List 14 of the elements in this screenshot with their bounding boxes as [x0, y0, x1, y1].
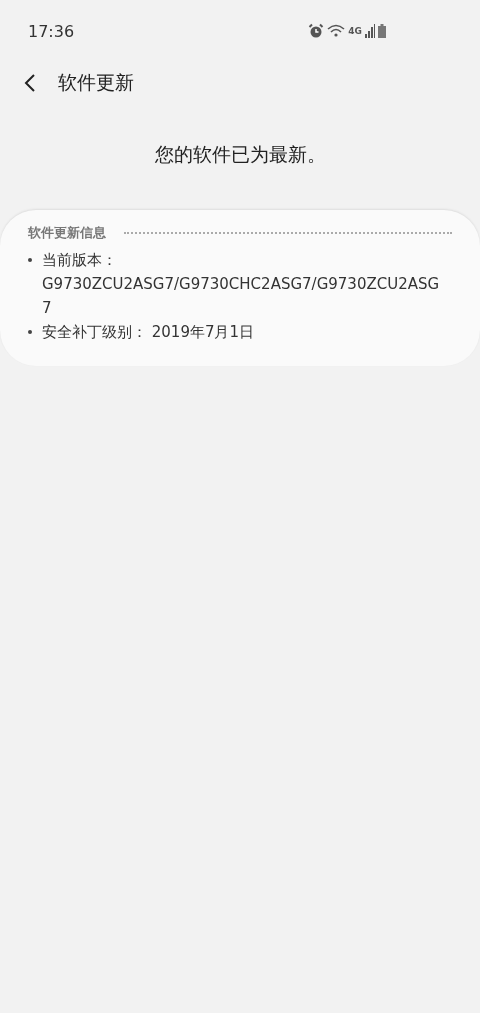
- network-type: 4G: [348, 26, 362, 36]
- bullet-icon: [28, 330, 32, 334]
- status-message: 您的软件已为最新。: [153, 142, 327, 167]
- page-title: 软件更新: [58, 70, 134, 95]
- back-icon: [24, 73, 36, 93]
- status-time: 17:36: [28, 21, 75, 41]
- wifi-icon: [327, 23, 346, 39]
- alarm-icon: [308, 23, 325, 39]
- info-text: 当前版本：G9730ZCU2ASG7/G9730CHC2ASG7/G9730ZCU2ASG7: [42, 250, 441, 319]
- bullet-icon: [28, 258, 32, 262]
- signal-icon: [365, 24, 375, 38]
- info-text: 安全补丁级别： 2019年7月1日: [42, 322, 256, 343]
- section-title: 软件更新信息: [28, 224, 106, 242]
- battery-icon: [378, 24, 386, 38]
